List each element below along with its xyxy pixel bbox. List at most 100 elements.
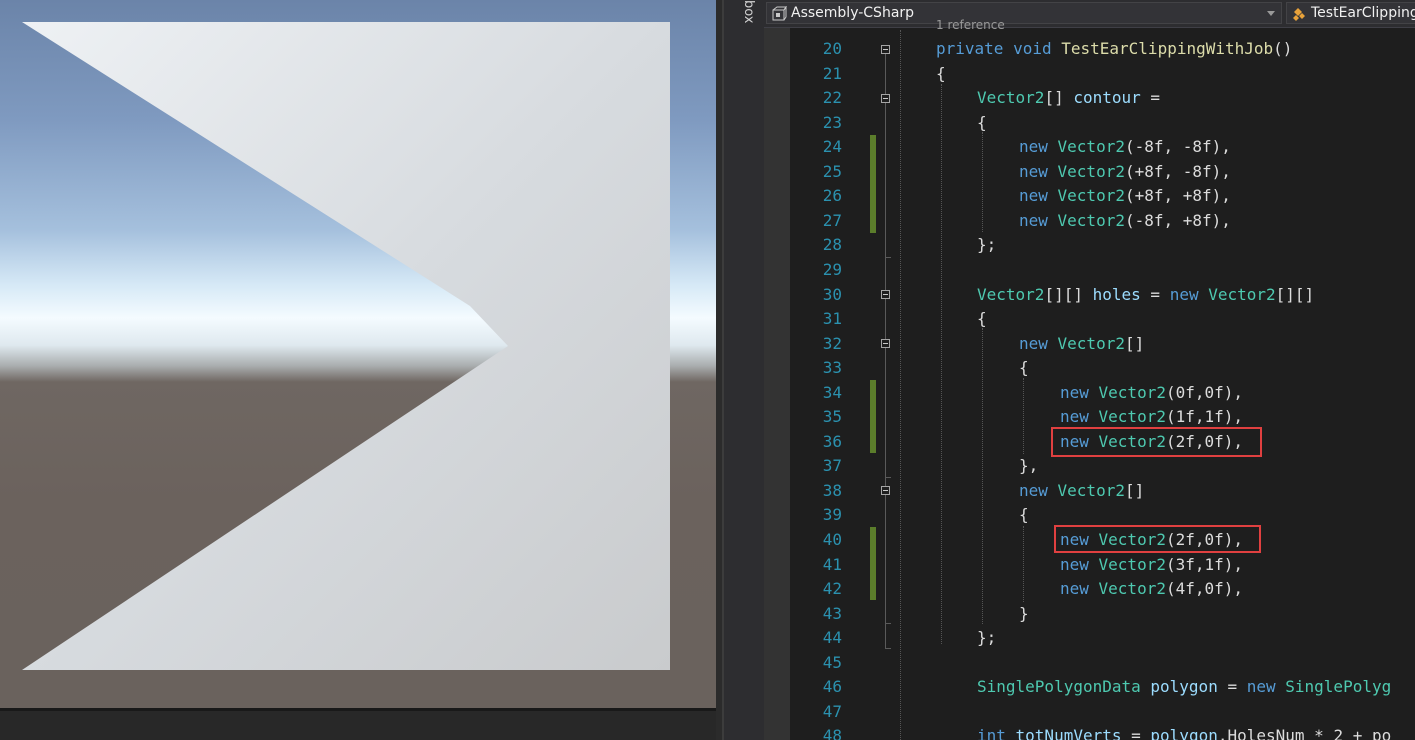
code-line[interactable]: 21 { [764, 62, 1415, 86]
code-token: }; [977, 235, 997, 255]
code-line[interactable]: 35 new Vector2(1f,1f), [764, 405, 1415, 429]
scene-footer [0, 708, 716, 740]
code-token: [][] [1275, 284, 1315, 304]
chevron-down-icon [1267, 11, 1275, 16]
code-token: Vector2 [1057, 333, 1125, 353]
code-line[interactable]: 24 new Vector2(-8f, -8f), [764, 135, 1415, 159]
code-text[interactable]: }; [977, 233, 996, 257]
code-line[interactable]: 46 SinglePolygonData polygon = new Single… [764, 675, 1415, 699]
code-text[interactable]: { [977, 111, 987, 135]
code-token: new [1060, 579, 1099, 599]
code-text[interactable]: { [977, 307, 987, 331]
line-number: 39 [822, 505, 842, 525]
line-number: 20 [822, 39, 842, 58]
code-line[interactable]: 29 [764, 258, 1415, 282]
code-text[interactable]: int totNumVerts = polygon.HolesNum * 2 +… [977, 724, 1391, 740]
code-text[interactable]: new Vector2(+8f, +8f), [1019, 184, 1231, 208]
line-number: 22 [822, 88, 842, 108]
code-text[interactable]: Vector2[] contour = [977, 86, 1160, 110]
code-line[interactable]: 47 [764, 700, 1415, 724]
code-text[interactable]: Vector2[][] holes = new Vector2[][] [977, 283, 1314, 307]
code-token: Vector2 [1057, 480, 1125, 500]
code-line[interactable]: 42 new Vector2(4f,0f), [764, 577, 1415, 601]
code-text[interactable]: }; [977, 626, 996, 650]
code-line[interactable]: 27 new Vector2(-8f, +8f), [764, 209, 1415, 233]
code-line[interactable]: 25 new Vector2(+8f, -8f), [764, 160, 1415, 184]
code-line[interactable]: 39 { [764, 503, 1415, 527]
code-line[interactable]: 32 new Vector2[] [764, 332, 1415, 356]
code-editor[interactable]: Assembly-CSharp TestEarClipping 1 refere… [764, 0, 1415, 740]
code-text[interactable]: new Vector2[] [1019, 479, 1144, 503]
code-token: .HolesNum * 2 + po [1217, 726, 1392, 740]
code-text[interactable]: new Vector2(-8f, +8f), [1019, 209, 1231, 233]
ear-clipping-mesh [22, 22, 670, 670]
code-line[interactable]: 48 int totNumVerts = polygon.HolesNum * 2… [764, 724, 1415, 740]
code-line[interactable]: 26 new Vector2(+8f, +8f), [764, 184, 1415, 208]
code-text[interactable]: { [1019, 503, 1029, 527]
code-text[interactable]: new Vector2(3f,1f), [1060, 553, 1243, 577]
scene-view[interactable] [0, 0, 716, 708]
code-token: TestEarClippingWithJob [1061, 39, 1274, 58]
line-number: 24 [822, 137, 842, 157]
code-token: new [1019, 161, 1058, 181]
code-line[interactable]: 34 new Vector2(0f,0f), [764, 381, 1415, 405]
code-token: Vector2 [1098, 382, 1166, 402]
code-text[interactable]: }, [1019, 454, 1038, 478]
code-token: Vector2 [1208, 284, 1276, 304]
code-token: } [1019, 603, 1029, 623]
code-token: SinglePolyg [1285, 677, 1392, 697]
code-token: { [936, 63, 946, 83]
project-icon [772, 6, 787, 21]
code-token: polygon [1150, 726, 1218, 740]
code-text[interactable]: new Vector2(0f,0f), [1060, 381, 1243, 405]
code-token: { [977, 309, 987, 329]
code-token: (0f,0f), [1165, 382, 1244, 402]
code-text[interactable]: new Vector2(4f,0f), [1060, 577, 1243, 601]
code-token: }, [1019, 456, 1039, 476]
code-line[interactable]: 41 new Vector2(3f,1f), [764, 553, 1415, 577]
project-dropdown[interactable]: Assembly-CSharp [766, 2, 1282, 24]
code-token: Vector2 [1057, 186, 1125, 206]
toolbox-tab[interactable]: box [737, 0, 759, 30]
code-token: Vector2 [1057, 137, 1125, 157]
line-number: 41 [822, 554, 842, 574]
line-number: 46 [822, 677, 842, 697]
line-number: 42 [822, 579, 842, 599]
line-number: 40 [822, 530, 842, 549]
class-dropdown[interactable]: TestEarClipping [1286, 2, 1415, 24]
code-line[interactable]: 45 [764, 651, 1415, 675]
code-text[interactable]: { [936, 62, 946, 86]
code-line[interactable]: 22 Vector2[] contour = [764, 86, 1415, 110]
code-text[interactable]: new Vector2(1f,1f), [1060, 405, 1243, 429]
code-line[interactable]: 31 { [764, 307, 1415, 331]
code-token: new [1019, 480, 1058, 500]
code-token: [] [1124, 480, 1145, 500]
code-token: { [1019, 358, 1029, 378]
code-token: Vector2 [977, 284, 1045, 304]
code-token: (-8f, -8f), [1124, 137, 1231, 157]
code-token: Vector2 [1098, 407, 1166, 427]
code-line[interactable]: 28}; [764, 233, 1415, 257]
code-token: holes [1092, 284, 1141, 304]
code-line[interactable]: 30 Vector2[][] holes = new Vector2[][] [764, 283, 1415, 307]
code-line[interactable]: 43} [764, 602, 1415, 626]
code-text[interactable]: SinglePolygonData polygon = new SinglePo… [977, 675, 1391, 699]
code-token: void [1013, 39, 1062, 58]
codelens-references[interactable]: 1 reference [936, 18, 1005, 32]
code-text[interactable]: } [1019, 602, 1029, 626]
code-text[interactable]: new Vector2(-8f, -8f), [1019, 135, 1231, 159]
code-line[interactable]: 38 new Vector2[] [764, 479, 1415, 503]
code-line[interactable]: 20 private void TestEarClippingWithJob() [764, 37, 1415, 61]
code-token: = [1121, 726, 1151, 740]
code-line[interactable]: 23 { [764, 111, 1415, 135]
code-text[interactable]: new Vector2(+8f, -8f), [1019, 160, 1231, 184]
highlight-box-line-36 [1051, 427, 1262, 457]
code-line[interactable]: 44}; [764, 626, 1415, 650]
code-line[interactable]: 33 { [764, 356, 1415, 380]
code-text[interactable]: new Vector2[] [1019, 332, 1144, 356]
code-text[interactable]: private void TestEarClippingWithJob() [936, 37, 1292, 61]
line-number: 34 [822, 382, 842, 402]
code-line[interactable]: 37}, [764, 454, 1415, 478]
code-token: [] [1044, 88, 1074, 108]
code-text[interactable]: { [1019, 356, 1029, 380]
